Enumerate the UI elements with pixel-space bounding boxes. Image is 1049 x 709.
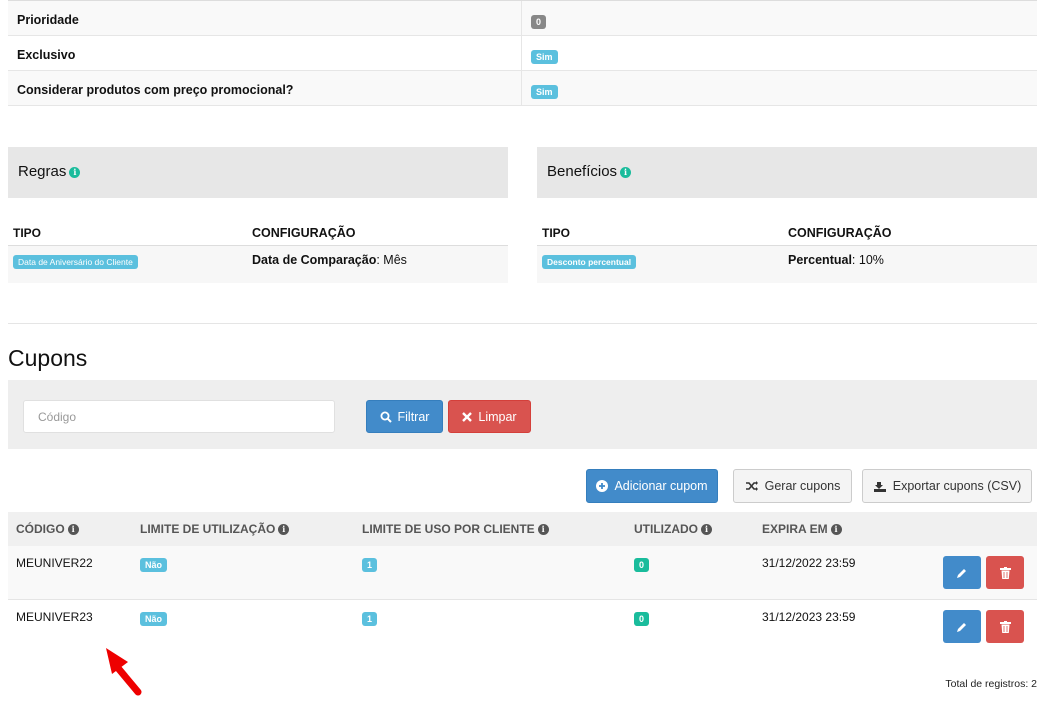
info-icon[interactable]: i	[69, 167, 81, 178]
search-icon	[380, 411, 392, 423]
config-key: Percentual	[788, 253, 852, 267]
promo-badge: Sim	[531, 85, 558, 99]
info-icon[interactable]: i	[620, 167, 632, 178]
delete-button[interactable]	[986, 610, 1024, 643]
table-row: Desconto percentual Percentual: 10%	[537, 246, 1037, 283]
plus-circle-icon	[596, 480, 609, 492]
export-coupons-button[interactable]: Exportar cupons (CSV)	[862, 469, 1032, 503]
prop-label: Considerar produtos com preço promociona…	[8, 71, 522, 105]
prop-row-prioridade: Prioridade 0	[8, 1, 1037, 36]
section-divider	[8, 323, 1037, 324]
limpar-label: Limpar	[478, 409, 517, 424]
limpar-button[interactable]: Limpar	[448, 400, 531, 433]
prop-label: Prioridade	[8, 1, 522, 35]
filtrar-button[interactable]: Filtrar	[366, 400, 443, 433]
prop-label: Exclusivo	[8, 36, 522, 70]
info-icon[interactable]: i	[278, 524, 290, 535]
add-coupon-button[interactable]: Adicionar cupom	[586, 469, 718, 503]
trash-icon	[999, 566, 1011, 579]
used-count-badge: 0	[634, 558, 650, 572]
col-configuracao: CONFIGURAÇÃO	[252, 226, 356, 240]
beneficios-title: Benefícios	[547, 163, 618, 180]
cupons-title: Cupons	[8, 345, 88, 371]
pencil-icon	[957, 622, 966, 632]
coupons-table-header: CÓDIGO i LIMITE DE UTILIZAÇÃO i LIMITE DE …	[8, 512, 1037, 546]
export-icon	[873, 481, 886, 492]
benefit-type-badge: Desconto percentual	[542, 255, 637, 269]
regras-panel: Regras i TIPO CONFIGURAÇÃO Data de Aniver…	[8, 147, 508, 283]
coupons-table: CÓDIGO i LIMITE DE UTILIZAÇÃO i LIMITE DE …	[8, 512, 1037, 654]
col-limite-cliente: LIMITE DE USO POR CLIENTE	[362, 522, 535, 536]
expiry-date: 31/12/2023 23:59	[762, 610, 856, 624]
shuffle-icon	[745, 481, 758, 491]
regras-title: Regras	[18, 163, 67, 180]
generate-coupons-button[interactable]: Gerar cupons	[733, 469, 852, 503]
col-codigo: CÓDIGO	[16, 522, 65, 536]
total-records: Total de registros: 2	[945, 678, 1037, 690]
prop-row-exclusivo: Exclusivo Sim	[8, 36, 1037, 71]
red-arrow-annotation	[106, 648, 142, 696]
rule-type-badge: Data de Aniversário do Cliente	[13, 255, 138, 269]
edit-button[interactable]	[943, 610, 981, 643]
col-configuracao: CONFIGURAÇÃO	[788, 226, 892, 240]
properties-table: Prioridade 0 Exclusivo Sim Considerar pr…	[8, 0, 1037, 106]
info-icon[interactable]: i	[67, 524, 79, 535]
exclusive-badge: Sim	[531, 50, 558, 64]
config-value: : 10%	[851, 253, 884, 267]
beneficios-panel: Benefícios i TIPO CONFIGURAÇÃO Desconto p…	[537, 147, 1037, 283]
export-coupons-label: Exportar cupons (CSV)	[892, 479, 1022, 493]
codigo-search-input[interactable]	[23, 400, 335, 433]
config-key: Data de Comparação	[252, 253, 377, 267]
col-utilizado: UTILIZADO	[634, 522, 698, 536]
beneficios-header: Benefícios i	[537, 147, 1037, 198]
beneficios-table: TIPO CONFIGURAÇÃO Desconto percentual Pe…	[537, 220, 1037, 283]
usage-limit-badge: Não	[140, 558, 168, 572]
priority-badge: 0	[531, 15, 547, 29]
info-icon[interactable]: i	[537, 524, 549, 535]
col-tipo: TIPO	[13, 226, 42, 240]
table-row: Data de Aniversário do Cliente Data de C…	[8, 246, 508, 283]
pencil-icon	[957, 568, 966, 578]
usage-limit-badge: Não	[140, 612, 168, 626]
close-icon	[462, 411, 473, 422]
trash-icon	[999, 620, 1011, 633]
edit-button[interactable]	[943, 556, 981, 589]
col-tipo: TIPO	[542, 226, 571, 240]
delete-button[interactable]	[986, 556, 1024, 589]
filtrar-label: Filtrar	[397, 409, 430, 424]
regras-table: TIPO CONFIGURAÇÃO Data de Aniversário do…	[8, 220, 508, 283]
info-icon[interactable]: i	[701, 524, 712, 535]
config-value: : Mês	[376, 253, 407, 267]
filter-bar: Filtrar Limpar	[8, 380, 1037, 449]
table-row: MEUNIVER22 Não 1 0 31/12/2022 23:59	[8, 546, 1037, 600]
col-limite-utilizacao: LIMITE DE UTILIZAÇÃO	[140, 522, 276, 536]
per-client-limit-badge: 1	[362, 612, 378, 626]
table-row: MEUNIVER23 Não 1 0 31/12/2023 23:59	[8, 600, 1037, 654]
prop-row-promocional: Considerar produtos com preço promociona…	[8, 71, 1037, 106]
generate-coupons-label: Gerar cupons	[764, 479, 841, 493]
per-client-limit-badge: 1	[362, 558, 378, 572]
add-coupon-label: Adicionar cupom	[614, 479, 708, 493]
info-icon[interactable]: i	[830, 524, 842, 535]
coupon-code: MEUNIVER22	[16, 556, 93, 570]
regras-header: Regras i	[8, 147, 508, 198]
used-count-badge: 0	[634, 612, 650, 626]
col-expira-em: EXPIRA EM	[762, 522, 828, 536]
expiry-date: 31/12/2022 23:59	[762, 556, 856, 570]
